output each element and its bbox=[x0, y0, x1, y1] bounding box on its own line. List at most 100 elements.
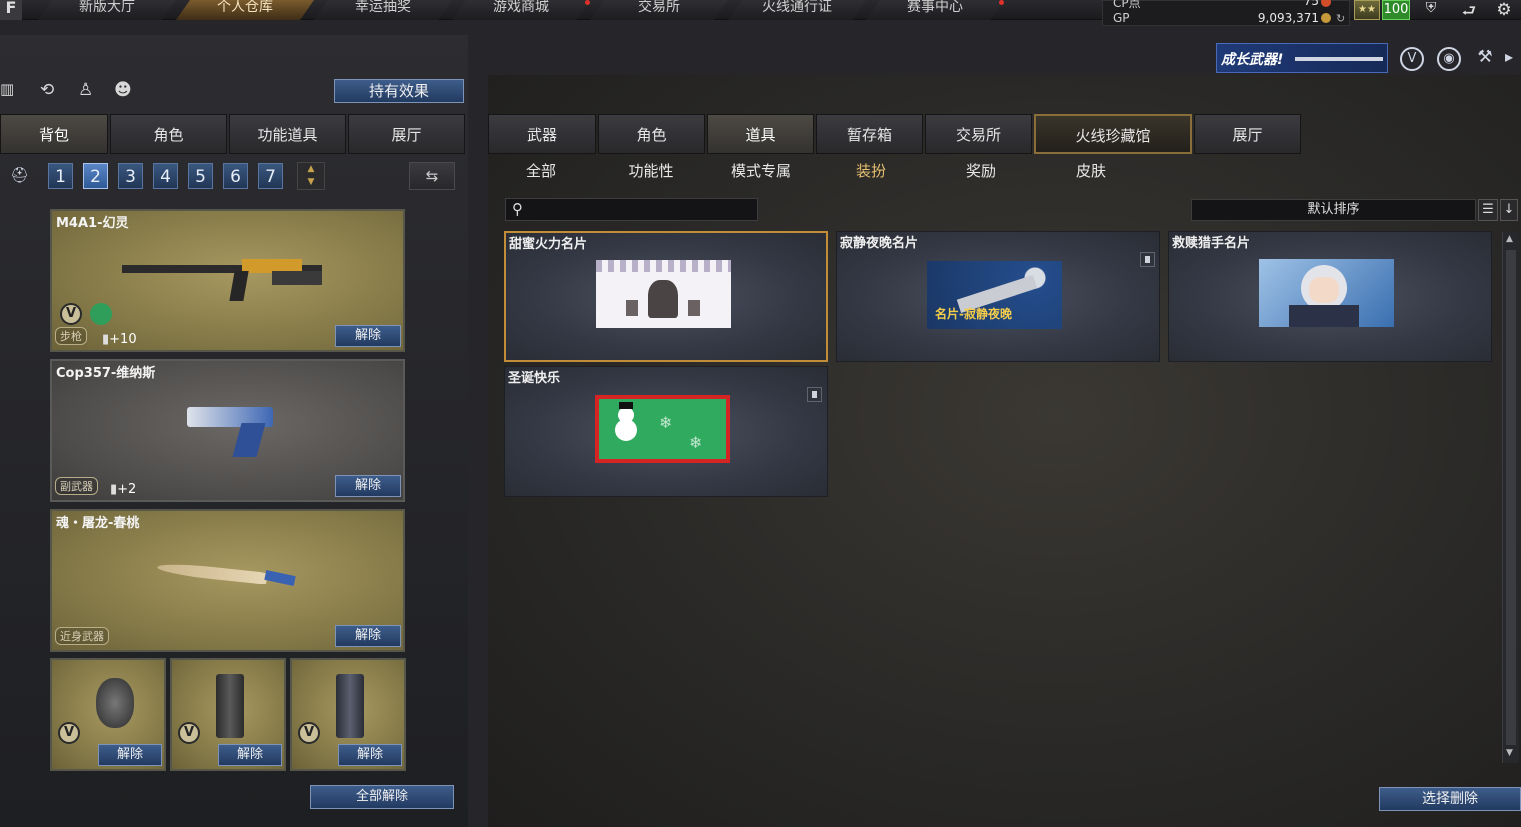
bulk-delete-button[interactable]: 选择删除 bbox=[1379, 787, 1521, 811]
exit-icon[interactable]: ⮐ bbox=[1456, 0, 1482, 20]
nav-tab-shop[interactable]: 游戏商城 bbox=[452, 0, 590, 20]
nav-tab-trade[interactable]: 交易所 bbox=[590, 0, 728, 20]
tab-gallery[interactable]: 展厅 bbox=[1194, 114, 1301, 154]
page-1[interactable]: 1 bbox=[48, 163, 73, 189]
tab-temp-storage[interactable]: 暂存箱 bbox=[816, 114, 923, 154]
tab-weapons[interactable]: 武器 bbox=[488, 114, 596, 154]
nav-tab-events[interactable]: 赛事中心 bbox=[866, 0, 1004, 20]
notification-dot bbox=[999, 0, 1004, 5]
transfer-icon[interactable]: ⇆ bbox=[409, 162, 455, 190]
subtab-rewards[interactable]: 奖励 bbox=[926, 160, 1036, 184]
unequip-button[interactable]: 解除 bbox=[335, 625, 401, 647]
item-title: 甜蜜火力名片 bbox=[509, 237, 588, 252]
weapon-type: 副武器 bbox=[55, 477, 98, 495]
page-stepper[interactable]: ▲ ▼ bbox=[297, 162, 325, 190]
item-card[interactable]: 救赎猎手名片 bbox=[1168, 231, 1492, 362]
gp-value: 9,093,371 bbox=[1257, 11, 1319, 25]
item-card[interactable]: 寂静夜晚名片 名片-寂静夜晚 bbox=[836, 231, 1160, 362]
tab-showroom[interactable]: 展厅 bbox=[348, 114, 465, 154]
subtab-mode-exclusive[interactable]: 模式专属 bbox=[706, 160, 816, 184]
nav-tab-lottery[interactable]: 幸运抽奖 bbox=[314, 0, 452, 20]
page-5[interactable]: 5 bbox=[188, 163, 213, 189]
search-box[interactable]: ⚲ bbox=[505, 198, 758, 221]
list-view-icon[interactable]: ☰ bbox=[1478, 199, 1498, 221]
settings-gear-icon[interactable]: ⚙ bbox=[1490, 0, 1518, 20]
unequip-button[interactable]: 解除 bbox=[338, 744, 402, 766]
smoke-grenade-card[interactable]: V 解除 bbox=[170, 658, 286, 771]
game-logo[interactable]: F bbox=[0, 0, 22, 20]
v-badge-icon: V bbox=[298, 722, 320, 744]
trash-icon[interactable] bbox=[1140, 252, 1155, 267]
tab-backpack[interactable]: 背包 bbox=[0, 114, 108, 154]
tab-roles[interactable]: 角色 bbox=[598, 114, 705, 154]
flash-grenade-icon bbox=[336, 674, 364, 738]
vip-v-icon[interactable]: V bbox=[1400, 47, 1424, 71]
gp-coin-icon bbox=[1321, 13, 1331, 23]
namecard-thumbnail: ❄ ❄ bbox=[595, 395, 730, 463]
cp-value: 75 bbox=[1303, 0, 1319, 8]
character-icon[interactable]: ♙ bbox=[78, 80, 102, 104]
subtab-functional[interactable]: 功能性 bbox=[596, 160, 706, 184]
sort-dropdown[interactable]: 默认排序 bbox=[1191, 199, 1476, 221]
tab-character[interactable]: 角色 bbox=[110, 114, 227, 154]
unequip-button[interactable]: 解除 bbox=[98, 744, 162, 766]
gp-label: GP bbox=[1113, 11, 1130, 25]
tab-exchange[interactable]: 交易所 bbox=[925, 114, 1032, 154]
page-7[interactable]: 7 bbox=[258, 163, 283, 189]
tab-function-items[interactable]: 功能道具 bbox=[229, 114, 346, 154]
scroll-track[interactable] bbox=[1506, 250, 1516, 745]
grenade-icon bbox=[96, 678, 134, 728]
page-4[interactable]: 4 bbox=[153, 163, 178, 189]
growth-weapon-banner[interactable]: 成长武器! bbox=[1216, 43, 1388, 73]
shield-icon[interactable]: ⛨ bbox=[1418, 0, 1444, 20]
history-icon[interactable]: ⟲ bbox=[40, 80, 64, 104]
subtab-dressup[interactable]: 装扮 bbox=[816, 160, 926, 184]
weapon-name: Cop357-维纳斯 bbox=[56, 366, 156, 381]
namecard-thumbnail bbox=[596, 260, 731, 328]
steering-wheel-icon[interactable]: ◉ bbox=[1437, 47, 1461, 71]
nav-tab-pass[interactable]: 火线通行证 bbox=[728, 0, 866, 20]
item-title: 寂静夜晚名片 bbox=[840, 236, 919, 251]
unequip-button[interactable]: 解除 bbox=[218, 744, 282, 766]
weapon-card-pistol[interactable]: Cop357-维纳斯 副武器 ▮+2 解除 bbox=[50, 359, 405, 502]
v-badge-icon: V bbox=[58, 722, 80, 744]
unequip-all-button[interactable]: 全部解除 bbox=[310, 785, 454, 809]
loadout-icon[interactable]: ⛑ bbox=[10, 166, 30, 186]
subtab-all[interactable]: 全部 bbox=[486, 160, 596, 184]
stats-icon[interactable]: ▥ bbox=[0, 80, 20, 102]
weapon-card-rifle[interactable]: M4A1-幻灵 V 步枪 ▮+10 解除 bbox=[50, 209, 405, 352]
notification-dot bbox=[585, 0, 590, 5]
search-input[interactable] bbox=[532, 200, 754, 219]
weapon-card-melee[interactable]: 魂・屠龙-春桃 近身武器 解除 bbox=[50, 509, 405, 652]
tab-collection-hall[interactable]: 火线珍藏馆 bbox=[1034, 114, 1192, 154]
unequip-button[interactable]: 解除 bbox=[335, 325, 401, 347]
pet-icon[interactable]: ☻ bbox=[114, 80, 140, 104]
held-effects-button[interactable]: 持有效果 bbox=[334, 79, 464, 103]
subtab-skins[interactable]: 皮肤 bbox=[1036, 160, 1146, 184]
page-2[interactable]: 2 bbox=[83, 163, 108, 189]
item-card[interactable]: 甜蜜火力名片 bbox=[504, 231, 828, 362]
refresh-icon[interactable]: ↻ bbox=[1336, 12, 1345, 25]
top-nav-bar: F 新版大厅 个人仓库 幸运抽奖 游戏商城 交易所 火线通行证 赛事中心 CP点… bbox=[0, 0, 1521, 26]
tools-icon[interactable]: ⚒ bbox=[1473, 47, 1497, 71]
sort-direction-icon[interactable]: ↓ bbox=[1500, 199, 1518, 221]
snowflake-icon: ❄ bbox=[659, 413, 673, 432]
page-6[interactable]: 6 bbox=[223, 163, 248, 189]
unequip-button[interactable]: 解除 bbox=[335, 475, 401, 497]
trash-icon[interactable] bbox=[807, 387, 822, 402]
rifle-image bbox=[122, 253, 332, 307]
grenade-card[interactable]: V 解除 bbox=[50, 658, 166, 771]
page-3[interactable]: 3 bbox=[118, 163, 143, 189]
flash-grenade-card[interactable]: V 解除 bbox=[290, 658, 406, 771]
item-card[interactable]: 圣诞快乐 ❄ ❄ bbox=[504, 366, 828, 497]
item-list-scrollbar[interactable]: ▲ ▼ bbox=[1502, 232, 1519, 763]
scroll-up-icon[interactable]: ▲ bbox=[1506, 234, 1513, 244]
scroll-down-icon[interactable]: ▼ bbox=[1506, 748, 1513, 758]
nav-tab-lobby[interactable]: 新版大厅 bbox=[38, 0, 176, 20]
v-badge-icon: V bbox=[60, 303, 82, 325]
nav-tab-warehouse[interactable]: 个人仓库 bbox=[176, 0, 314, 20]
rank-icon[interactable]: ★★ bbox=[1354, 0, 1380, 20]
green-emblem-icon bbox=[90, 303, 112, 325]
tab-items[interactable]: 道具 bbox=[707, 114, 814, 154]
more-arrow-icon[interactable]: ▸ bbox=[1505, 47, 1521, 71]
